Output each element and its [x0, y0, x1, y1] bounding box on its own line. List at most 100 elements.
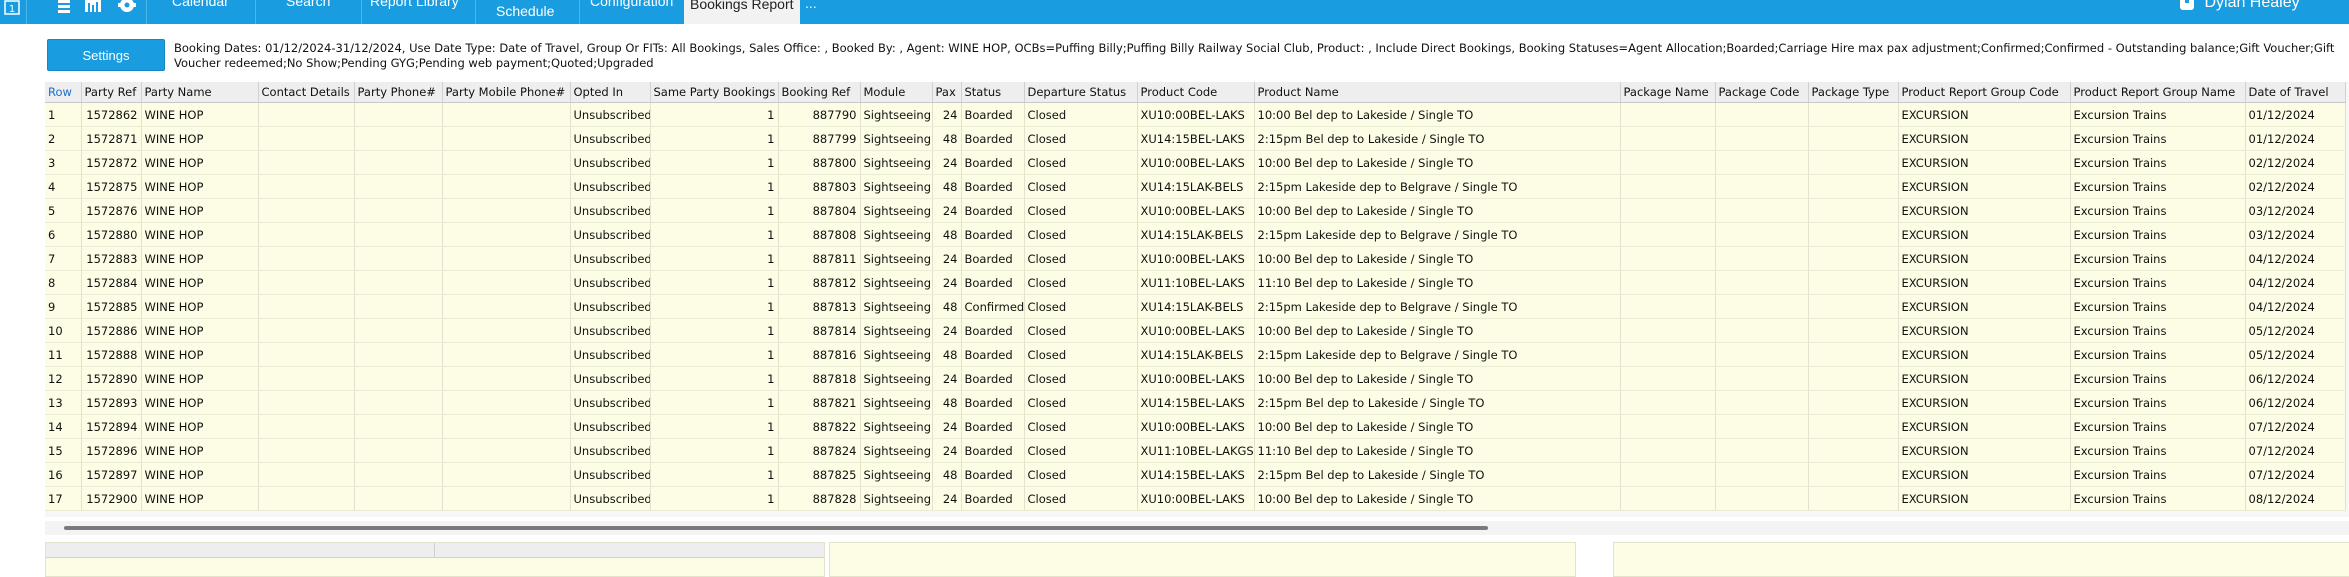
cell-package-type[interactable] — [1808, 270, 1899, 295]
cell-package-name[interactable] — [1620, 390, 1716, 415]
cell-pax[interactable]: 24 — [932, 318, 962, 343]
cell-product-code[interactable]: XU10:00BEL-LAKS — [1137, 366, 1255, 391]
cell-package-code[interactable] — [1715, 270, 1809, 295]
list-icon[interactable] — [56, 0, 72, 18]
cell-date-of-travel[interactable]: 02/12/2024 — [2245, 150, 2346, 175]
cell-product-code[interactable]: XU14:15LAK-BELS — [1137, 342, 1255, 367]
cell-party-phone[interactable] — [354, 390, 443, 415]
table-row[interactable]: 13 1572893 WINE HOP Unsubscribed 1 887821 Sigh… — [45, 390, 2346, 415]
cell-package-name[interactable] — [1620, 150, 1716, 175]
cell-opted-in[interactable]: Unsubscribed — [570, 462, 651, 487]
cell-product-report-group-code[interactable]: EXCURSION — [1898, 198, 2071, 223]
table-row[interactable]: 6 1572880 WINE HOP Unsubscribed 1 887808 Sight… — [45, 222, 2346, 247]
tab-configuration[interactable]: Configuration — [590, 0, 673, 9]
cell-row[interactable]: 9 — [45, 294, 82, 319]
cell-row[interactable]: 13 — [45, 390, 82, 415]
cell-date-of-travel[interactable]: 07/12/2024 — [2245, 462, 2346, 487]
cell-package-name[interactable] — [1620, 366, 1716, 391]
cell-package-name[interactable] — [1620, 246, 1716, 271]
cell-opted-in[interactable]: Unsubscribed — [570, 222, 651, 247]
cell-date-of-travel[interactable]: 06/12/2024 — [2245, 390, 2346, 415]
cell-product-name[interactable]: 10:00 Bel dep to Lakeside / Single TO — [1254, 198, 1621, 223]
cell-party-ref[interactable]: 1572884 — [81, 270, 142, 295]
cell-product-report-group-code[interactable]: EXCURSION — [1898, 126, 2071, 151]
cell-party-mobile-phone[interactable] — [442, 390, 571, 415]
cell-party-ref[interactable]: 1572888 — [81, 342, 142, 367]
cell-departure-status[interactable]: Closed — [1024, 438, 1138, 463]
cell-product-report-group-name[interactable]: Excursion Trains — [2070, 150, 2246, 175]
cell-package-type[interactable] — [1808, 150, 1899, 175]
cell-package-name[interactable] — [1620, 318, 1716, 343]
cell-contact-details[interactable] — [258, 222, 355, 247]
column-header-module[interactable]: Module — [860, 82, 933, 103]
cell-row[interactable]: 5 — [45, 198, 82, 223]
table-row[interactable]: 10 1572886 WINE HOP Unsubscribed 1 887814 Sigh… — [45, 318, 2346, 343]
bookings-grid-viewport[interactable]: Row Party Ref Party Name Contact Details Par… — [45, 82, 2349, 517]
cell-product-report-group-code[interactable]: EXCURSION — [1898, 102, 2071, 127]
cell-party-ref[interactable]: 1572900 — [81, 486, 142, 511]
table-row[interactable]: 12 1572890 WINE HOP Unsubscribed 1 887818 Sigh… — [45, 366, 2346, 391]
cell-party-name[interactable]: WINE HOP — [141, 294, 259, 319]
cell-party-ref[interactable]: 1572880 — [81, 222, 142, 247]
cell-product-report-group-name[interactable]: Excursion Trains — [2070, 342, 2246, 367]
cell-departure-status[interactable]: Closed — [1024, 198, 1138, 223]
cell-package-name[interactable] — [1620, 198, 1716, 223]
cell-product-report-group-code[interactable]: EXCURSION — [1898, 318, 2071, 343]
cell-party-mobile-phone[interactable] — [442, 246, 571, 271]
scrollbar-thumb[interactable] — [64, 526, 1488, 530]
cell-product-report-group-code[interactable]: EXCURSION — [1898, 462, 2071, 487]
cell-contact-details[interactable] — [258, 342, 355, 367]
column-header-opted-in[interactable]: Opted In — [570, 82, 651, 103]
cell-status[interactable]: Confirmed — [961, 294, 1025, 319]
cell-product-report-group-name[interactable]: Excursion Trains — [2070, 126, 2246, 151]
cell-pax[interactable]: 24 — [932, 486, 962, 511]
cell-product-report-group-name[interactable]: Excursion Trains — [2070, 222, 2246, 247]
cell-party-mobile-phone[interactable] — [442, 222, 571, 247]
cell-row[interactable]: 2 — [45, 126, 82, 151]
cell-row[interactable]: 4 — [45, 174, 82, 199]
cell-pax[interactable]: 24 — [932, 198, 962, 223]
cell-opted-in[interactable]: Unsubscribed — [570, 342, 651, 367]
table-row[interactable]: 17 1572900 WINE HOP Unsubscribed 1 887828 Sigh… — [45, 486, 2346, 511]
cell-party-name[interactable]: WINE HOP — [141, 414, 259, 439]
cell-pax[interactable]: 48 — [932, 126, 962, 151]
cell-product-report-group-code[interactable]: EXCURSION — [1898, 222, 2071, 247]
cell-date-of-travel[interactable]: 03/12/2024 — [2245, 198, 2346, 223]
table-row[interactable]: 9 1572885 WINE HOP Unsubscribed 1 887813 Sight… — [45, 294, 2346, 319]
cell-package-type[interactable] — [1808, 414, 1899, 439]
cell-product-code[interactable]: XU14:15LAK-BELS — [1137, 222, 1255, 247]
cell-booking-ref[interactable]: 887828 — [778, 486, 861, 511]
cell-departure-status[interactable]: Closed — [1024, 174, 1138, 199]
cell-date-of-travel[interactable]: 02/12/2024 — [2245, 174, 2346, 199]
cell-package-type[interactable] — [1808, 126, 1899, 151]
cell-product-code[interactable]: XU14:15BEL-LAKS — [1137, 462, 1255, 487]
cell-status[interactable]: Boarded — [961, 102, 1025, 127]
cell-status[interactable]: Boarded — [961, 366, 1025, 391]
table-row[interactable]: 7 1572883 WINE HOP Unsubscribed 1 887811 Sight… — [45, 246, 2346, 271]
column-header-contact-details[interactable]: Contact Details — [258, 82, 355, 103]
cell-date-of-travel[interactable]: 06/12/2024 — [2245, 366, 2346, 391]
cell-party-name[interactable]: WINE HOP — [141, 486, 259, 511]
cell-party-mobile-phone[interactable] — [442, 198, 571, 223]
cell-product-report-group-code[interactable]: EXCURSION — [1898, 342, 2071, 367]
cell-product-report-group-name[interactable]: Excursion Trains — [2070, 390, 2246, 415]
cell-departure-status[interactable]: Closed — [1024, 486, 1138, 511]
cell-party-mobile-phone[interactable] — [442, 102, 571, 127]
bar-chart-icon[interactable] — [84, 0, 102, 18]
cell-contact-details[interactable] — [258, 318, 355, 343]
cell-package-type[interactable] — [1808, 342, 1899, 367]
cell-same-party-bookings[interactable]: 1 — [650, 198, 779, 223]
cell-module[interactable]: Sightseeing — [860, 270, 933, 295]
horizontal-scrollbar[interactable] — [45, 521, 2349, 535]
cell-product-code[interactable]: XU14:15BEL-LAKS — [1137, 390, 1255, 415]
cell-party-name[interactable]: WINE HOP — [141, 102, 259, 127]
cell-module[interactable]: Sightseeing — [860, 462, 933, 487]
cell-package-type[interactable] — [1808, 246, 1899, 271]
cell-package-type[interactable] — [1808, 102, 1899, 127]
cell-row[interactable]: 7 — [45, 246, 82, 271]
column-header-party-name[interactable]: Party Name — [141, 82, 259, 103]
column-header-party-mobile-phone[interactable]: Party Mobile Phone# — [442, 82, 571, 103]
cell-same-party-bookings[interactable]: 1 — [650, 294, 779, 319]
cell-opted-in[interactable]: Unsubscribed — [570, 270, 651, 295]
cell-booking-ref[interactable]: 887804 — [778, 198, 861, 223]
